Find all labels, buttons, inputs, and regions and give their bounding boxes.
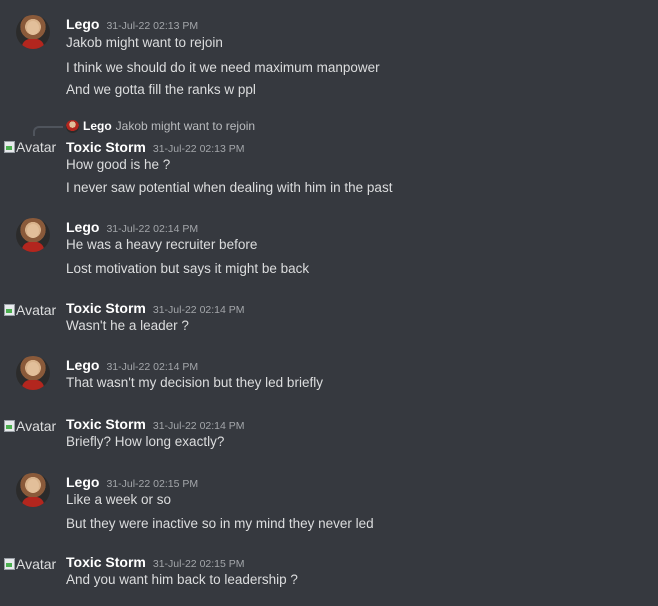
- timestamp: 31-Jul-22 02:14 PM: [106, 223, 199, 235]
- message-text: He was a heavy recruiter before: [66, 237, 258, 252]
- message-header: Lego 31-Jul-22 02:15 PM: [66, 474, 198, 490]
- message-text: Briefly? How long exactly?: [66, 434, 225, 449]
- message-text: I think we should do it we need maximum …: [66, 60, 380, 75]
- message-header: Toxic Storm 31-Jul-22 02:15 PM: [66, 554, 245, 570]
- username[interactable]: Toxic Storm: [66, 300, 146, 316]
- message-text: Lost motivation but says it might be bac…: [66, 261, 310, 276]
- avatar[interactable]: [16, 15, 50, 49]
- message-text: But they were inactive so in my mind the…: [66, 516, 374, 531]
- reply-reference[interactable]: Lego Jakob might want to rejoin: [66, 119, 255, 133]
- avatar[interactable]: [16, 218, 50, 252]
- avatar[interactable]: Avatar: [4, 556, 56, 572]
- reply-connector: [33, 126, 63, 136]
- timestamp: 31-Jul-22 02:13 PM: [106, 20, 199, 32]
- timestamp: 31-Jul-22 02:15 PM: [106, 478, 199, 490]
- message-text: And we gotta fill the ranks w ppl: [66, 82, 256, 97]
- username[interactable]: Lego: [66, 357, 99, 373]
- timestamp: 31-Jul-22 02:15 PM: [152, 558, 245, 570]
- message-text: I never saw potential when dealing with …: [66, 180, 393, 195]
- message-header: Toxic Storm 31-Jul-22 02:13 PM: [66, 139, 245, 155]
- timestamp: 31-Jul-22 02:13 PM: [152, 143, 245, 155]
- message-header: Toxic Storm 31-Jul-22 02:14 PM: [66, 300, 245, 316]
- reply-text[interactable]: Jakob might want to rejoin: [116, 119, 255, 133]
- avatar-alt-text: Avatar: [16, 302, 57, 318]
- message-header: Lego 31-Jul-22 02:14 PM: [66, 219, 198, 235]
- avatar[interactable]: [16, 473, 50, 507]
- username[interactable]: Lego: [66, 474, 99, 490]
- reply-username[interactable]: Lego: [83, 119, 112, 133]
- timestamp: 31-Jul-22 02:14 PM: [152, 304, 245, 316]
- avatar-face: [27, 479, 39, 493]
- avatar-face: [27, 21, 39, 35]
- message-header: Lego 31-Jul-22 02:14 PM: [66, 357, 198, 373]
- message-text: How good is he ?: [66, 157, 171, 172]
- username[interactable]: Lego: [66, 219, 99, 235]
- avatar-face: [27, 362, 39, 376]
- avatar[interactable]: Avatar: [4, 139, 56, 155]
- username[interactable]: Toxic Storm: [66, 139, 146, 155]
- avatar[interactable]: Avatar: [4, 302, 56, 318]
- avatar[interactable]: [16, 356, 50, 390]
- avatar-alt-text: Avatar: [16, 139, 57, 155]
- avatar-shirt: [22, 39, 44, 49]
- avatar-shirt: [22, 242, 44, 252]
- avatar-alt-text: Avatar: [16, 556, 57, 572]
- broken-image-icon: [4, 304, 15, 316]
- message-text: And you want him back to leadership ?: [66, 572, 298, 587]
- avatar-shirt: [22, 497, 44, 507]
- reply-avatar: [66, 119, 79, 133]
- message-text: Wasn't he a leader ?: [66, 318, 189, 333]
- timestamp: 31-Jul-22 02:14 PM: [106, 361, 199, 373]
- username[interactable]: Toxic Storm: [66, 554, 146, 570]
- username[interactable]: Toxic Storm: [66, 416, 146, 432]
- avatar[interactable]: Avatar: [4, 418, 56, 434]
- broken-image-icon: [4, 558, 15, 570]
- avatar-shirt: [22, 380, 44, 390]
- username[interactable]: Lego: [66, 16, 99, 32]
- broken-image-icon: [4, 141, 15, 153]
- message-text: That wasn't my decision but they led bri…: [66, 375, 323, 390]
- message-header: Lego 31-Jul-22 02:13 PM: [66, 16, 198, 32]
- message-text: Like a week or so: [66, 492, 172, 507]
- message-header: Toxic Storm 31-Jul-22 02:14 PM: [66, 416, 245, 432]
- message-text: Jakob might want to rejoin: [66, 35, 223, 50]
- avatar-alt-text: Avatar: [16, 418, 57, 434]
- timestamp: 31-Jul-22 02:14 PM: [152, 420, 245, 432]
- broken-image-icon: [4, 420, 15, 432]
- avatar-face: [27, 224, 39, 238]
